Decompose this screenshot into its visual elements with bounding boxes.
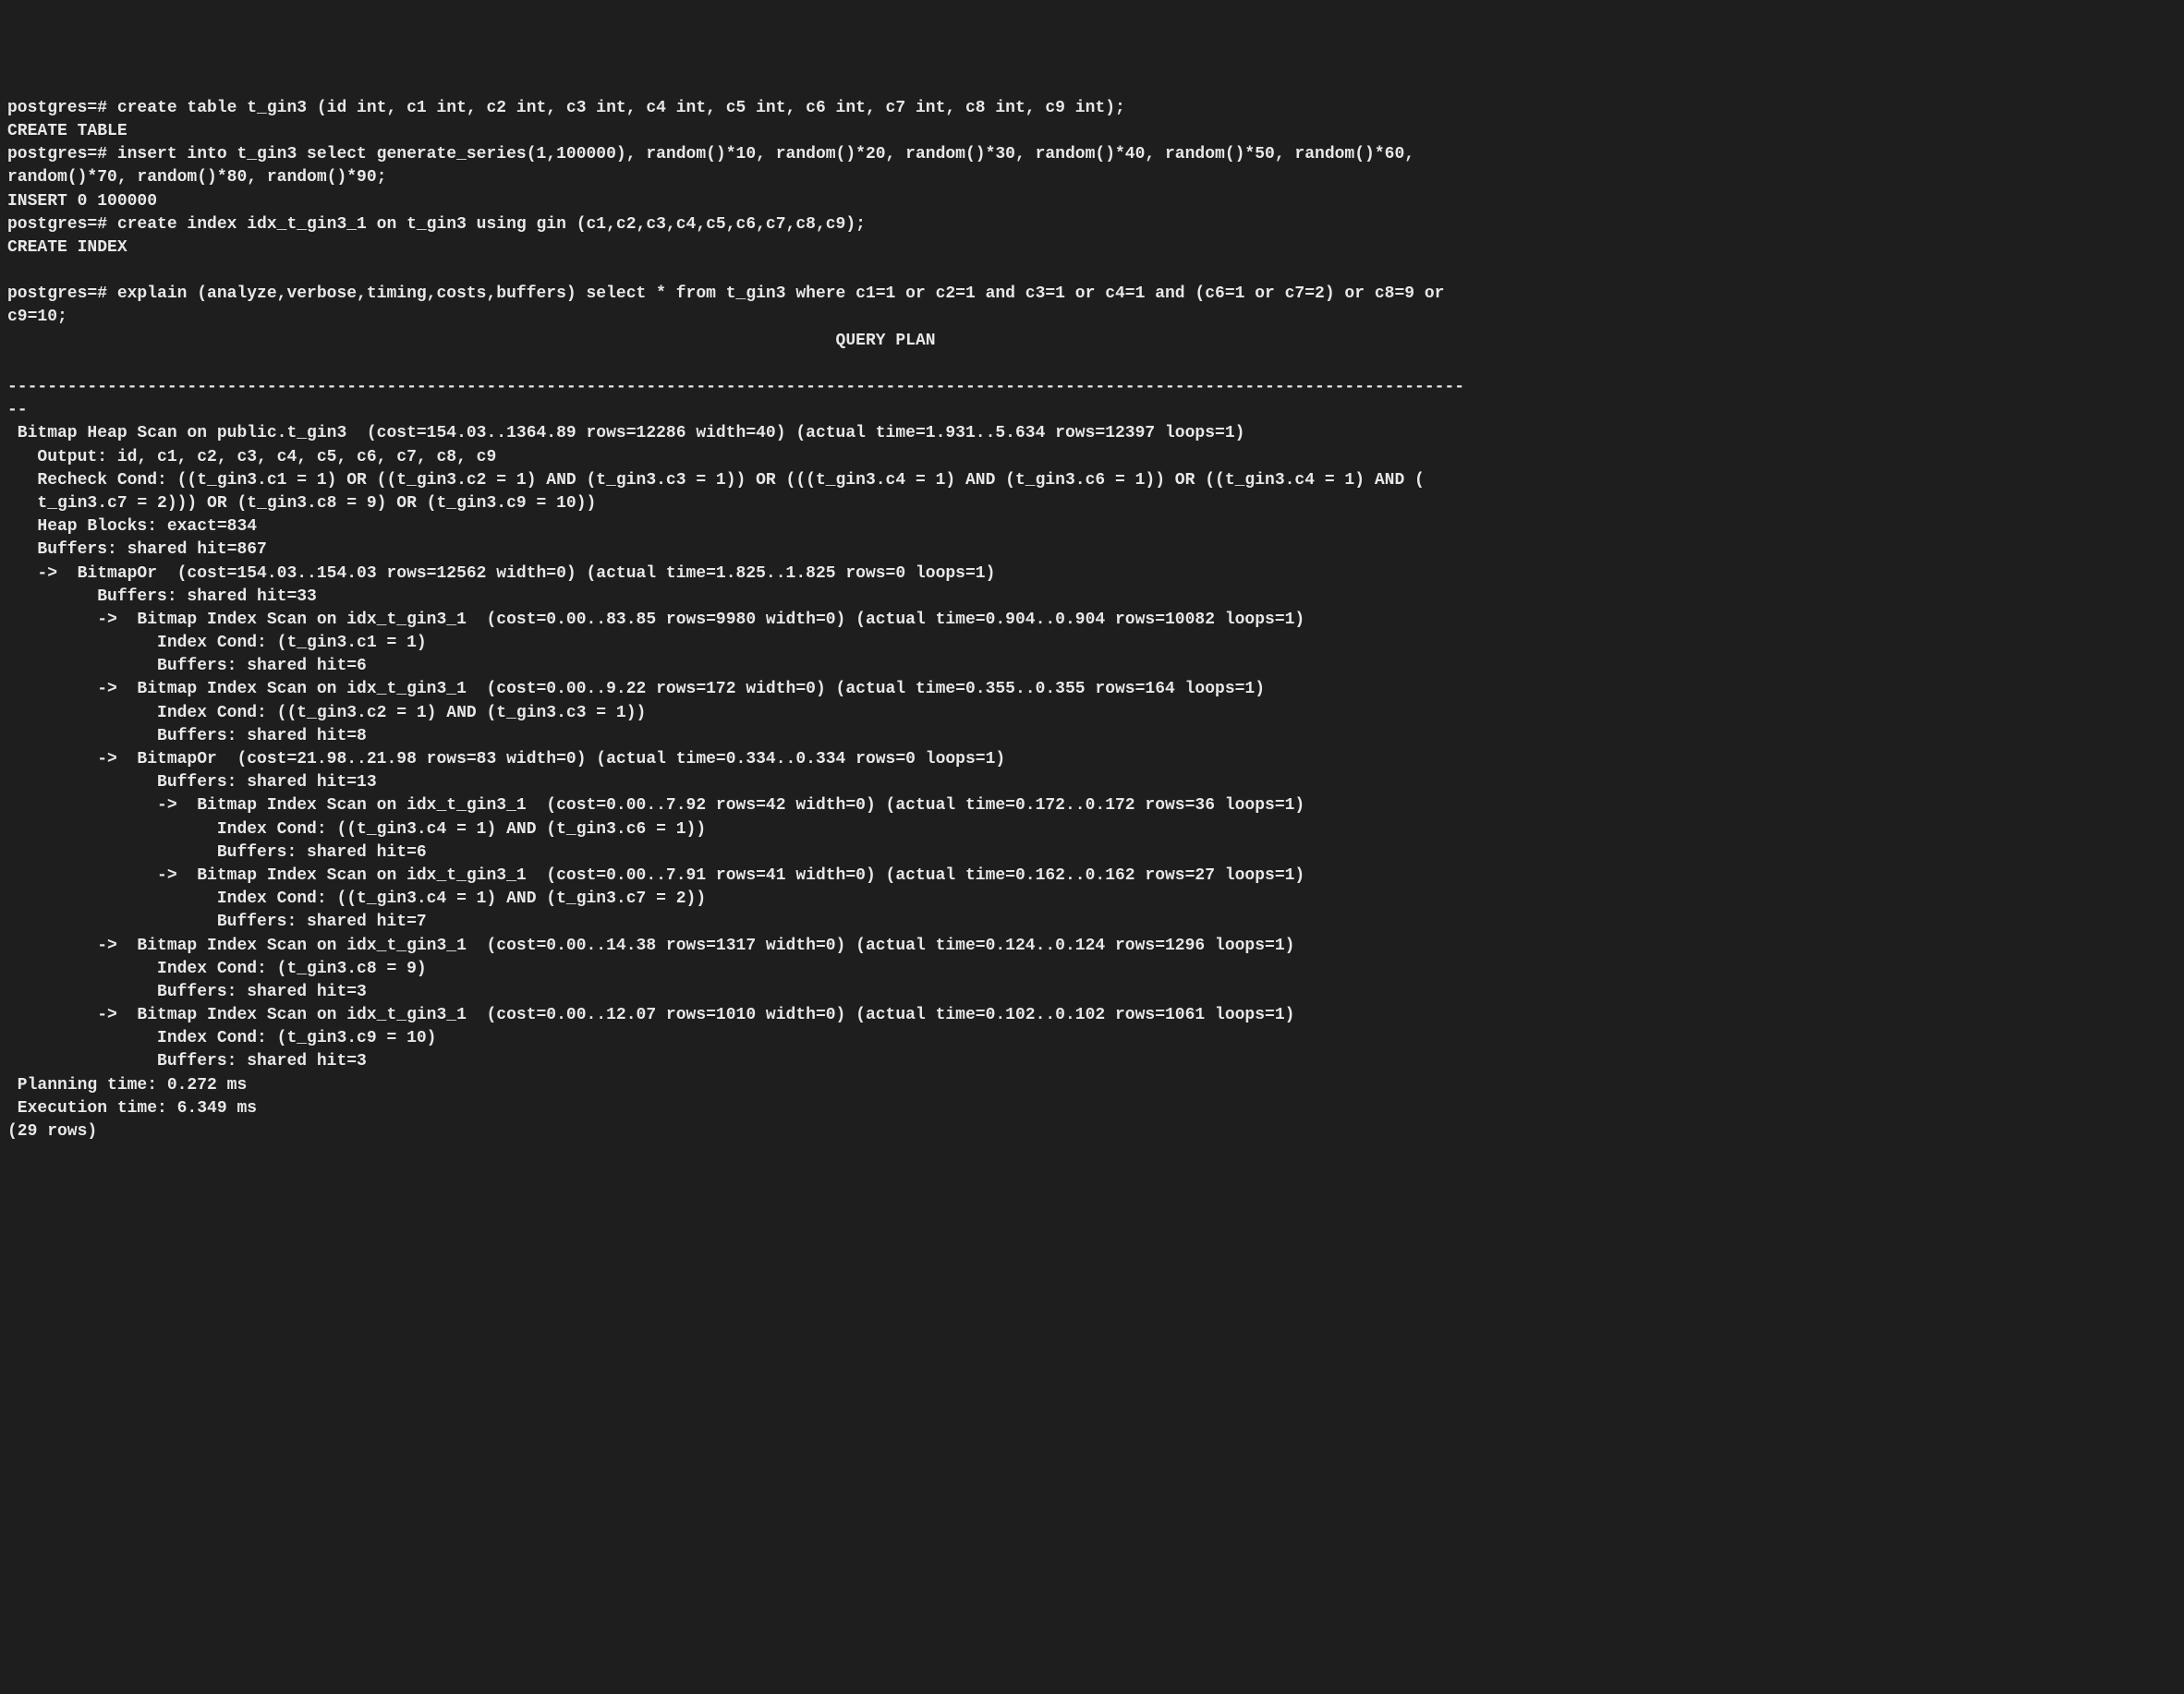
query-plan-line: -> BitmapOr (cost=154.03..154.03 rows=12…: [7, 564, 995, 583]
query-plan-line: Index Cond: ((t_gin3.c2 = 1) AND (t_gin3…: [7, 704, 646, 722]
terminal-line: INSERT 0 100000: [7, 192, 157, 211]
query-plan-line: Buffers: shared hit=8: [7, 727, 367, 745]
query-plan-line: Buffers: shared hit=6: [7, 843, 427, 862]
query-plan-line: Buffers: shared hit=7: [7, 913, 427, 931]
query-plan-line: -> Bitmap Index Scan on idx_t_gin3_1 (co…: [7, 796, 1304, 815]
query-plan-line: Recheck Cond: ((t_gin3.c1 = 1) OR ((t_gi…: [7, 471, 1425, 490]
separator-line: --: [7, 401, 28, 419]
query-plan-line: -> Bitmap Index Scan on idx_t_gin3_1 (co…: [7, 937, 1294, 955]
query-plan-line: Buffers: shared hit=3: [7, 983, 367, 1001]
query-plan-line: Buffers: shared hit=3: [7, 1052, 367, 1071]
query-plan-line: Output: id, c1, c2, c3, c4, c5, c6, c7, …: [7, 448, 496, 466]
query-plan-line: Buffers: shared hit=6: [7, 657, 367, 675]
terminal-line: c9=10;: [7, 308, 67, 326]
terminal-line: CREATE INDEX: [7, 238, 127, 257]
query-plan-line: Bitmap Heap Scan on public.t_gin3 (cost=…: [7, 424, 1244, 442]
terminal-line: postgres=# insert into t_gin3 select gen…: [7, 145, 1414, 163]
query-plan-line: Index Cond: ((t_gin3.c4 = 1) AND (t_gin3…: [7, 889, 706, 908]
query-plan-line: Buffers: shared hit=867: [7, 540, 267, 559]
query-plan-line: Index Cond: ((t_gin3.c4 = 1) AND (t_gin3…: [7, 820, 706, 839]
query-plan-line: -> Bitmap Index Scan on idx_t_gin3_1 (co…: [7, 866, 1304, 885]
terminal-line: postgres=# explain (analyze,verbose,timi…: [7, 284, 1444, 303]
query-plan-header: QUERY PLAN: [7, 332, 936, 350]
separator-line: ----------------------------------------…: [7, 378, 1464, 396]
query-plan-line: -> BitmapOr (cost=21.98..21.98 rows=83 w…: [7, 750, 1005, 768]
planning-time-line: Planning time: 0.272 ms: [7, 1076, 247, 1095]
terminal-output[interactable]: postgres=# create table t_gin3 (id int, …: [7, 97, 2177, 1143]
query-plan-line: Index Cond: (t_gin3.c9 = 10): [7, 1029, 436, 1047]
execution-time-line: Execution time: 6.349 ms: [7, 1099, 257, 1118]
query-plan-line: -> Bitmap Index Scan on idx_t_gin3_1 (co…: [7, 611, 1304, 629]
query-plan-line: Buffers: shared hit=33: [7, 587, 317, 606]
query-plan-line: t_gin3.c7 = 2))) OR (t_gin3.c8 = 9) OR (…: [7, 494, 596, 513]
query-plan-line: Index Cond: (t_gin3.c8 = 9): [7, 960, 427, 978]
row-count-line: (29 rows): [7, 1122, 97, 1141]
terminal-line: CREATE TABLE: [7, 122, 127, 140]
query-plan-line: Heap Blocks: exact=834: [7, 517, 257, 536]
query-plan-line: Index Cond: (t_gin3.c1 = 1): [7, 634, 427, 652]
query-plan-line: Buffers: shared hit=13: [7, 773, 377, 792]
terminal-line: random()*70, random()*80, random()*90;: [7, 168, 386, 187]
query-plan-line: -> Bitmap Index Scan on idx_t_gin3_1 (co…: [7, 1006, 1294, 1024]
query-plan-line: -> Bitmap Index Scan on idx_t_gin3_1 (co…: [7, 680, 1265, 698]
terminal-line: postgres=# create index idx_t_gin3_1 on …: [7, 215, 866, 234]
terminal-line: postgres=# create table t_gin3 (id int, …: [7, 99, 1125, 117]
